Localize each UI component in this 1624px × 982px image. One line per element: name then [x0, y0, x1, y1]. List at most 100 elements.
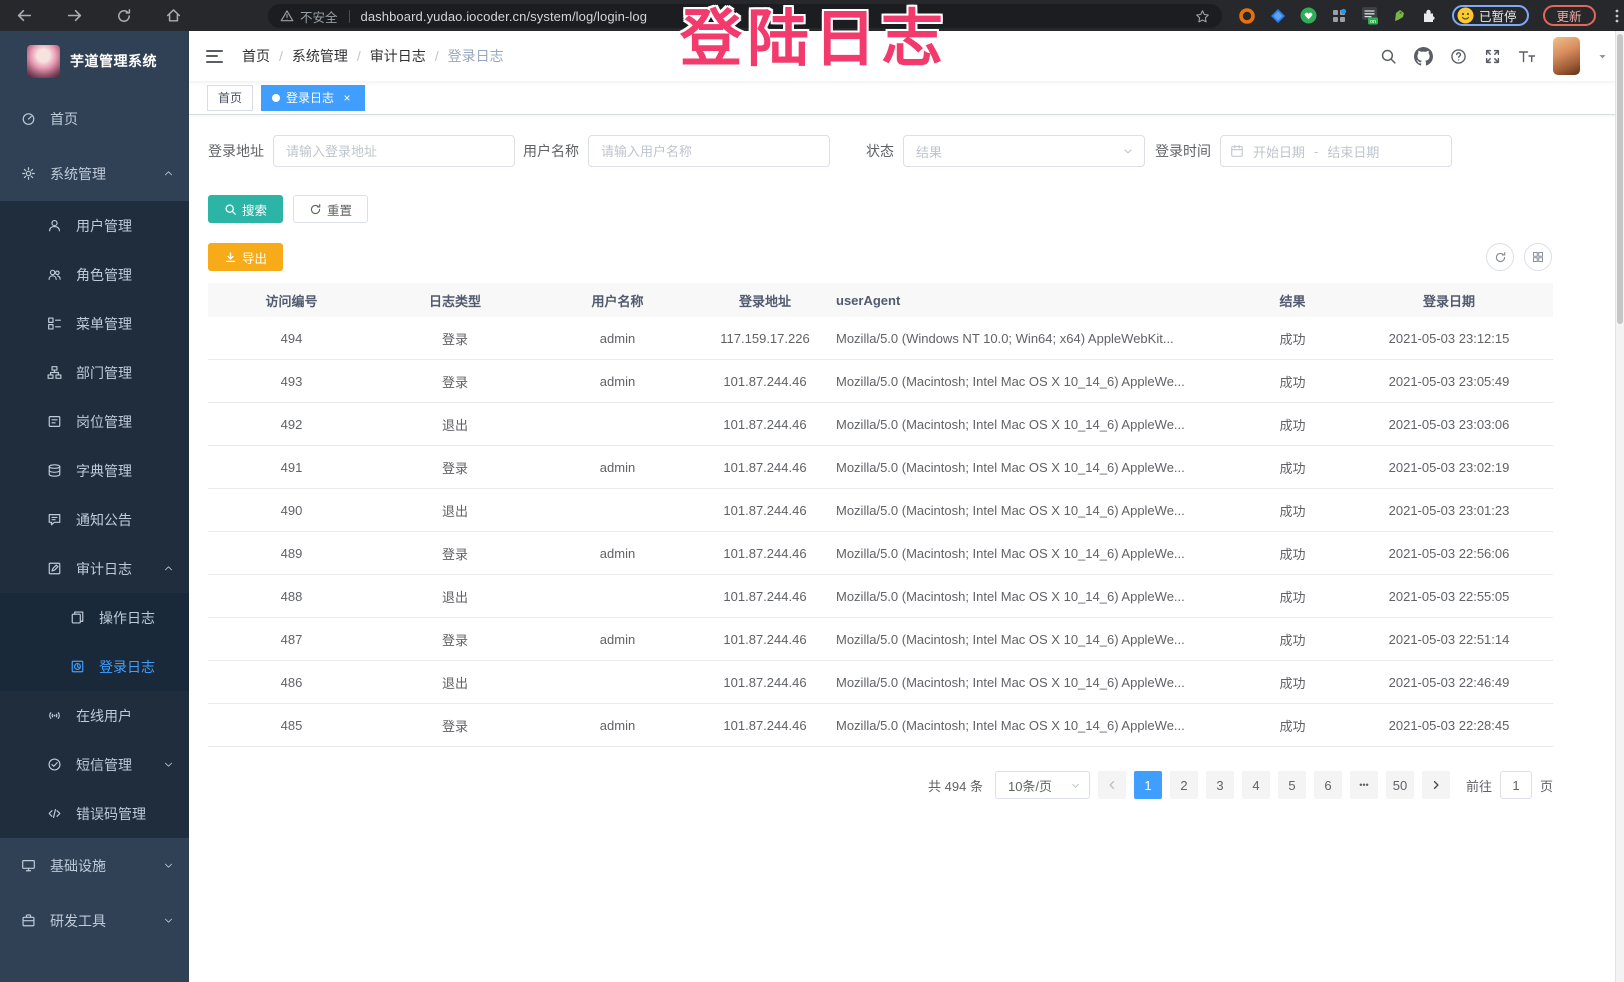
- reset-button[interactable]: 重置: [293, 195, 368, 223]
- sidebar-item-error-code-management[interactable]: 错误码管理: [0, 789, 189, 838]
- cell: 2021-05-03 22:46:49: [1345, 675, 1553, 690]
- column-settings-button[interactable]: [1524, 243, 1552, 271]
- pagination: 共 494 条 10条/页 123456•••50 前往 页: [208, 771, 1553, 799]
- page-button-50[interactable]: 50: [1386, 771, 1414, 799]
- page-button-5[interactable]: 5: [1278, 771, 1306, 799]
- status-select[interactable]: 结果: [903, 135, 1145, 167]
- app-logo[interactable]: 芋道管理系统: [0, 31, 189, 91]
- cell: 490: [208, 503, 375, 518]
- cell: 成功: [1240, 458, 1345, 477]
- breadcrumb-audit-log[interactable]: 审计日志: [370, 46, 426, 66]
- sidebar-item-dept-management[interactable]: 部门管理: [0, 348, 189, 397]
- extensions-area: on 已暂停 更新: [1238, 0, 1624, 31]
- cell: 491: [208, 460, 375, 475]
- sidebar-item-role-management[interactable]: 角色管理: [0, 250, 189, 299]
- sidebar-item-home[interactable]: 首页: [0, 91, 189, 146]
- sidebar-item-menu-management[interactable]: 菜单管理: [0, 299, 189, 348]
- scrollbar-thumb[interactable]: [1617, 34, 1623, 324]
- tag-login-log[interactable]: 登录日志 ×: [261, 85, 365, 111]
- username-input[interactable]: [588, 135, 830, 167]
- sidebar-item-login-log[interactable]: 登录日志: [0, 642, 189, 691]
- sidebar-item-audit-log[interactable]: 审计日志: [0, 544, 189, 593]
- cell: 登录: [375, 716, 535, 735]
- help-icon[interactable]: [1450, 48, 1467, 65]
- sidebar-item-dev-tools[interactable]: 研发工具: [0, 893, 189, 948]
- page-button-2[interactable]: 2: [1170, 771, 1198, 799]
- export-button[interactable]: 导出: [208, 243, 283, 271]
- hamburger-icon[interactable]: [206, 50, 223, 63]
- login-time-range-picker[interactable]: 开始日期 - 结束日期: [1220, 135, 1452, 167]
- fullscreen-icon[interactable]: [1484, 48, 1501, 65]
- sidebar: 芋道管理系统 首页系统管理用户管理角色管理菜单管理部门管理岗位管理字典管理通知公…: [0, 31, 189, 982]
- cell: admin: [535, 331, 700, 346]
- cell: 2021-05-03 23:01:23: [1345, 503, 1553, 518]
- cell: 2021-05-03 22:55:05: [1345, 589, 1553, 604]
- forward-icon[interactable]: [66, 7, 83, 24]
- font-size-icon[interactable]: [1518, 48, 1536, 65]
- refresh-button[interactable]: [1486, 243, 1514, 271]
- sidebar-item-dict-management[interactable]: 字典管理: [0, 446, 189, 495]
- back-icon[interactable]: [16, 7, 33, 24]
- paused-extension-badge[interactable]: 已暂停: [1452, 5, 1529, 26]
- sidebar-item-post-management[interactable]: 岗位管理: [0, 397, 189, 446]
- browser-update-button[interactable]: 更新: [1543, 5, 1596, 26]
- cell: 2021-05-03 23:02:19: [1345, 460, 1553, 475]
- page-button-3[interactable]: 3: [1206, 771, 1234, 799]
- chevron-up-icon: [163, 563, 174, 574]
- ext-grid-icon[interactable]: [1331, 8, 1347, 24]
- breadcrumb-system[interactable]: 系统管理: [292, 46, 348, 66]
- ext-list-on-icon[interactable]: on: [1361, 6, 1378, 25]
- tag-home[interactable]: 首页: [207, 85, 253, 111]
- online-user-icon: [47, 708, 62, 723]
- page-button-4[interactable]: 4: [1242, 771, 1270, 799]
- ext-orange-icon[interactable]: [1238, 7, 1256, 25]
- sidebar-item-label: 通知公告: [76, 510, 132, 530]
- page-button-6[interactable]: 6: [1314, 771, 1342, 799]
- page-button-1[interactable]: 1: [1134, 771, 1162, 799]
- sidebar-item-operation-log[interactable]: 操作日志: [0, 593, 189, 642]
- goto-page-input[interactable]: [1500, 771, 1532, 799]
- sidebar-item-label: 菜单管理: [76, 314, 132, 334]
- sidebar-item-online-users[interactable]: 在线用户: [0, 691, 189, 740]
- ext-puzzle-icon[interactable]: [1421, 7, 1438, 24]
- table-tools: [1486, 243, 1552, 271]
- home-icon[interactable]: [165, 7, 182, 24]
- page-size-select[interactable]: 10条/页: [995, 771, 1090, 799]
- reload-icon[interactable]: [116, 8, 132, 24]
- column-header: 访问编号: [208, 291, 375, 310]
- screen: 不安全 dashboard.yudao.iocoder.cn/system/lo…: [0, 0, 1624, 982]
- search-icon[interactable]: [1380, 48, 1397, 65]
- page-unit-label: 页: [1540, 776, 1553, 795]
- next-page-button[interactable]: [1422, 771, 1450, 799]
- browser-menu-icon[interactable]: [1610, 8, 1624, 24]
- app-logo-image: [27, 45, 60, 78]
- sidebar-item-system-management[interactable]: 系统管理: [0, 146, 189, 201]
- breadcrumb-home[interactable]: 首页: [242, 46, 270, 66]
- tag-close-icon[interactable]: ×: [340, 91, 354, 105]
- sidebar-item-user-management[interactable]: 用户管理: [0, 201, 189, 250]
- browser-chrome: 不安全 dashboard.yudao.iocoder.cn/system/lo…: [0, 0, 1624, 31]
- cell: 成功: [1240, 544, 1345, 563]
- sidebar-item-label: 首页: [50, 109, 78, 129]
- column-header: 用户名称: [535, 291, 700, 310]
- tags-view: 首页 登录日志 ×: [189, 81, 1624, 115]
- prev-page-button[interactable]: [1098, 771, 1126, 799]
- infrastructure-icon: [21, 858, 36, 873]
- cell: 117.159.17.226: [700, 331, 830, 346]
- sidebar-item-notice-announcement[interactable]: 通知公告: [0, 495, 189, 544]
- address-input[interactable]: [273, 135, 515, 167]
- github-icon[interactable]: [1414, 47, 1433, 66]
- more-pages-button[interactable]: •••: [1350, 771, 1378, 799]
- ext-blue-gem-icon[interactable]: [1270, 8, 1286, 24]
- address-bar[interactable]: 不安全 dashboard.yudao.iocoder.cn/system/lo…: [268, 4, 1222, 28]
- omnibox-divider: [349, 10, 350, 23]
- sidebar-item-label: 审计日志: [76, 559, 132, 579]
- search-button[interactable]: 搜索: [208, 195, 283, 223]
- bookmark-star-icon[interactable]: [1195, 9, 1210, 24]
- caret-down-icon[interactable]: [1597, 51, 1608, 62]
- sidebar-item-infrastructure[interactable]: 基础设施: [0, 838, 189, 893]
- ext-sprite-icon[interactable]: [1392, 8, 1407, 23]
- sidebar-item-sms-management[interactable]: 短信管理: [0, 740, 189, 789]
- user-avatar[interactable]: [1553, 37, 1580, 75]
- ext-green-heart-icon[interactable]: [1300, 7, 1317, 24]
